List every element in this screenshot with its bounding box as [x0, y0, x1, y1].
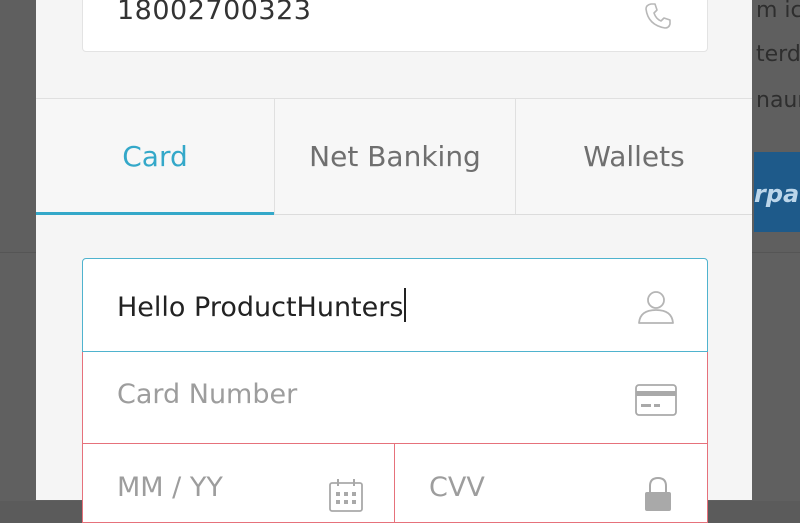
- card-holder-name-input[interactable]: Hello ProductHunters: [82, 258, 708, 352]
- text-caret: [404, 288, 407, 322]
- tab-wallets-label: Wallets: [583, 140, 685, 173]
- phone-icon: [643, 1, 673, 35]
- card-number-input[interactable]: Card Number: [82, 351, 708, 444]
- lock-icon: [643, 476, 673, 516]
- tab-wallets[interactable]: Wallets: [515, 99, 752, 214]
- tab-card-label: Card: [122, 140, 188, 173]
- background-text-line: m ic: [756, 0, 800, 23]
- card-form: Hello ProductHunters Card Number MM / YY…: [82, 258, 708, 523]
- card-number-placeholder: Card Number: [117, 379, 298, 410]
- cvv-placeholder: CVV: [429, 472, 485, 503]
- background-text-line: terd: [756, 42, 800, 67]
- payment-method-tabs: Card Net Banking Wallets: [36, 98, 752, 215]
- tab-net-banking-label: Net Banking: [309, 140, 481, 173]
- calendar-icon: [328, 478, 364, 516]
- background-banner-text: rpa: [754, 180, 800, 208]
- payment-modal: 18002700323 Card Net Banking Wallets Hel…: [36, 0, 752, 523]
- phone-value: 18002700323: [117, 0, 312, 26]
- expiry-date-input[interactable]: MM / YY: [82, 443, 395, 523]
- background-banner: rpa: [754, 152, 800, 232]
- background-text-line: naun: [756, 88, 800, 113]
- tab-net-banking[interactable]: Net Banking: [274, 99, 515, 214]
- user-icon: [637, 289, 675, 329]
- expiry-date-placeholder: MM / YY: [117, 472, 223, 503]
- cvv-input[interactable]: CVV: [394, 443, 708, 523]
- phone-field[interactable]: 18002700323: [82, 0, 708, 52]
- tab-card[interactable]: Card: [36, 99, 274, 215]
- credit-card-icon: [635, 384, 677, 420]
- card-holder-name-value: Hello ProductHunters: [117, 288, 407, 323]
